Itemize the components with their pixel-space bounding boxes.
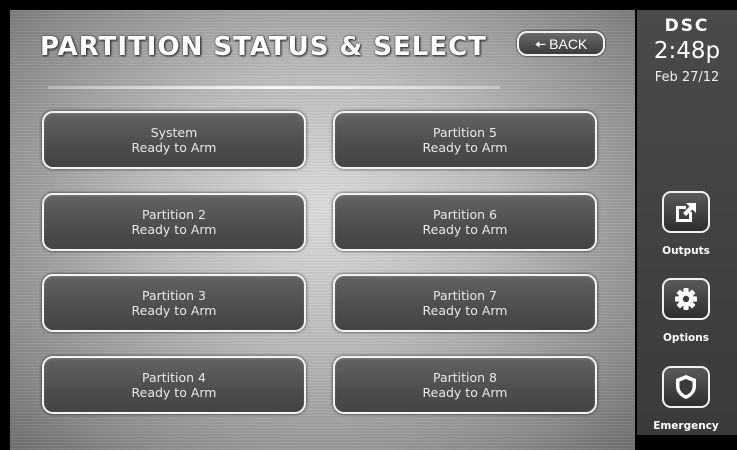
partition-name: System bbox=[150, 125, 198, 140]
clock-date: Feb 27/12 bbox=[654, 70, 720, 85]
partition-button-system[interactable]: System Ready to Arm bbox=[42, 111, 306, 169]
partition-button-7[interactable]: Partition 7 Ready to Arm bbox=[333, 274, 597, 332]
emergency-button[interactable]: Emergency bbox=[652, 366, 737, 432]
partition-status: Ready to Arm bbox=[131, 303, 217, 318]
title-divider bbox=[48, 86, 500, 89]
sidebar-bottom-bar bbox=[637, 435, 737, 450]
main-panel: PARTITION STATUS & SELECT 🠤 BACK System … bbox=[10, 10, 635, 450]
partition-status: Ready to Arm bbox=[131, 385, 217, 400]
partition-name: Partition 7 bbox=[432, 288, 498, 303]
back-button-label: BACK bbox=[549, 35, 588, 52]
partition-status: Ready to Arm bbox=[131, 222, 217, 237]
partition-name: Partition 5 bbox=[432, 125, 498, 140]
partition-name: Partition 4 bbox=[141, 370, 207, 385]
sidebar: DSC 2:48p Feb 27/12 Outputs Options Emer… bbox=[637, 10, 737, 450]
partition-button-3[interactable]: Partition 3 Ready to Arm bbox=[42, 274, 306, 332]
partition-button-6[interactable]: Partition 6 Ready to Arm bbox=[333, 193, 597, 251]
partition-status: Ready to Arm bbox=[131, 140, 217, 155]
brand-logo: DSC bbox=[664, 16, 710, 36]
gear-icon bbox=[662, 278, 710, 320]
partition-button-8[interactable]: Partition 8 Ready to Arm bbox=[333, 356, 597, 414]
outputs-button[interactable]: Outputs bbox=[652, 191, 737, 257]
partition-status: Ready to Arm bbox=[422, 385, 508, 400]
emergency-label: Emergency bbox=[653, 420, 719, 432]
partition-button-4[interactable]: Partition 4 Ready to Arm bbox=[42, 356, 306, 414]
partition-name: Partition 6 bbox=[432, 207, 498, 222]
clock-time: 2:48p bbox=[653, 38, 721, 64]
partition-button-2[interactable]: Partition 2 Ready to Arm bbox=[42, 193, 306, 251]
options-label: Options bbox=[663, 332, 709, 344]
partition-status: Ready to Arm bbox=[422, 140, 508, 155]
partition-status: Ready to Arm bbox=[422, 303, 508, 318]
partition-name: Partition 2 bbox=[141, 207, 207, 222]
partition-name: Partition 3 bbox=[141, 288, 207, 303]
options-button[interactable]: Options bbox=[652, 278, 737, 344]
page-title: PARTITION STATUS & SELECT bbox=[40, 32, 487, 62]
back-button[interactable]: 🠤 BACK bbox=[517, 31, 605, 56]
partition-name: Partition 8 bbox=[432, 370, 498, 385]
partition-button-5[interactable]: Partition 5 Ready to Arm bbox=[333, 111, 597, 169]
outputs-label: Outputs bbox=[662, 245, 710, 257]
partition-status: Ready to Arm bbox=[422, 222, 508, 237]
shield-icon bbox=[662, 366, 710, 408]
back-arrow-icon: 🠤 bbox=[534, 35, 547, 52]
outputs-icon bbox=[662, 191, 710, 233]
